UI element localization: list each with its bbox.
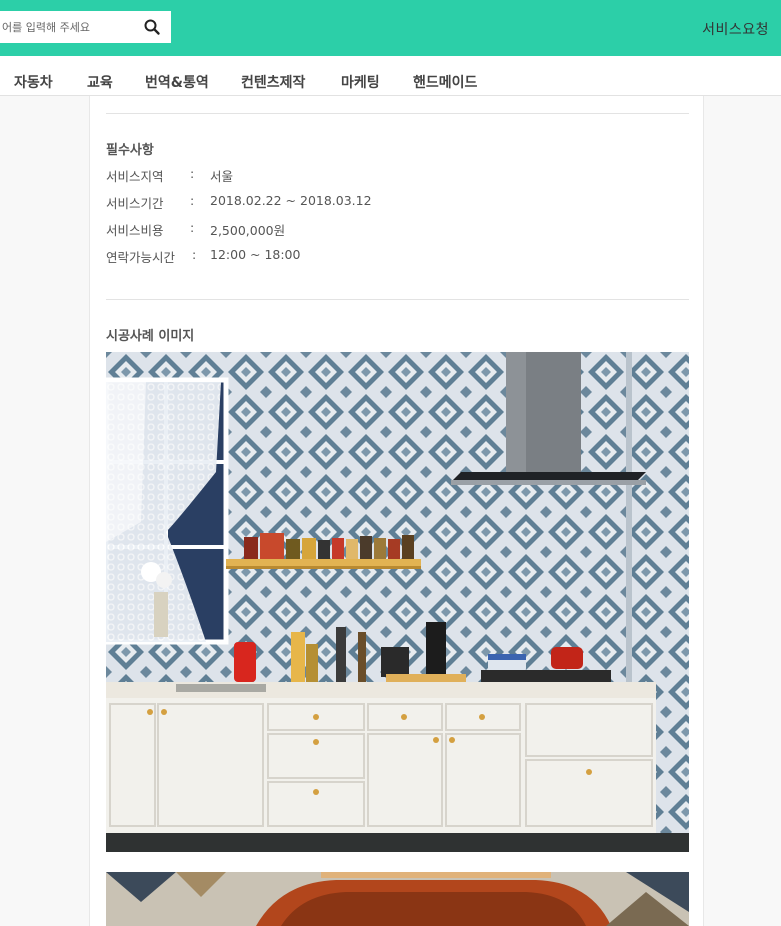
divider [106, 113, 689, 114]
category-nav: 자동차 교육 번역&통역 컨텐츠제작 마케팅 핸드메이드 [0, 56, 781, 96]
service-request-link[interactable]: 서비스요청 [702, 19, 769, 39]
nav-item-translation[interactable]: 번역&통역 [145, 72, 209, 92]
field-label: 서비스기간 [106, 196, 164, 211]
top-header-bar: 서비스요청 [0, 0, 781, 56]
second-photo [106, 872, 689, 926]
kitchen-photo [106, 352, 689, 852]
field-label: 서비스비용 [106, 223, 164, 238]
field-separator: : [190, 166, 195, 181]
search-icon[interactable] [143, 18, 161, 36]
field-separator: : [190, 220, 195, 235]
gallery-section-title: 시공사례 이미지 [106, 329, 195, 344]
field-separator: : [192, 247, 197, 262]
search-box [0, 11, 171, 43]
field-value: 12:00 ~ 18:00 [210, 247, 301, 262]
divider [106, 299, 689, 300]
field-value: 2018.02.22 ~ 2018.03.12 [210, 193, 372, 208]
gallery-image-kitchen[interactable] [106, 352, 689, 852]
nav-item-education[interactable]: 교육 [87, 72, 113, 92]
nav-item-content[interactable]: 컨텐츠제작 [241, 72, 305, 92]
field-label: 서비스지역 [106, 169, 164, 184]
field-label: 연락가능시간 [106, 250, 176, 265]
required-section-title: 필수사항 [106, 143, 154, 158]
field-value: 서울 [210, 169, 234, 184]
gallery-image-second[interactable] [106, 872, 689, 926]
nav-item-marketing[interactable]: 마케팅 [341, 72, 380, 92]
field-separator: : [190, 193, 195, 208]
search-input[interactable] [0, 11, 140, 43]
field-value: 2,500,000원 [210, 223, 286, 238]
nav-item-handmade[interactable]: 핸드메이드 [413, 72, 477, 92]
nav-item-car[interactable]: 자동차 [14, 72, 53, 92]
service-detail-card: 필수사항 서비스지역 : 서울 서비스기간 : 2018.02.22 ~ 201… [89, 96, 704, 926]
